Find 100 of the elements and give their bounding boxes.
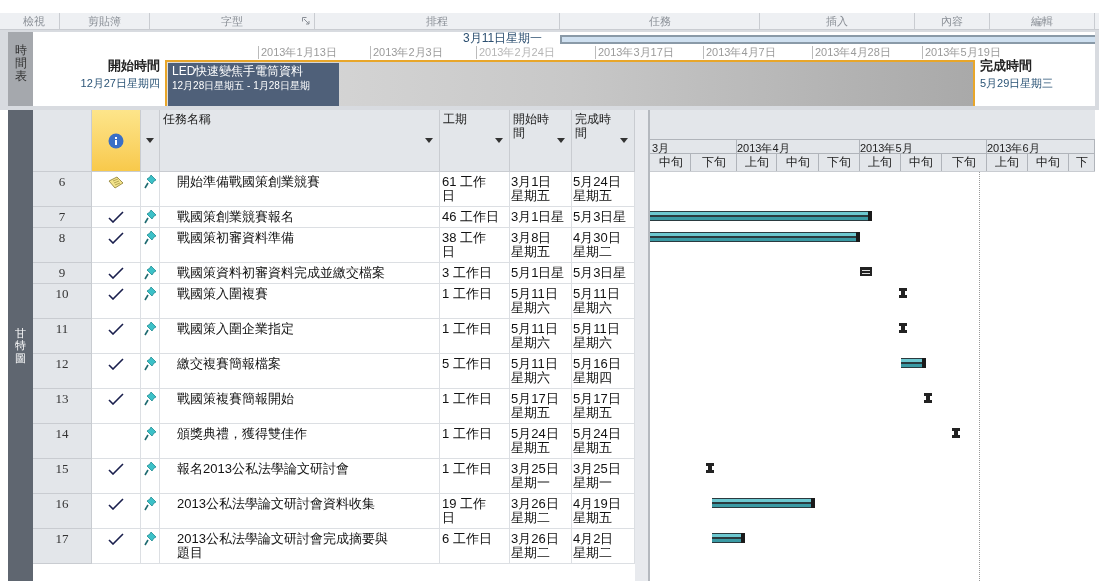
timeline-tick-label: 2013年3月17日 <box>595 46 674 59</box>
task-duration: 1 工作日 <box>442 392 492 406</box>
start-date: 12月27日星期四 <box>80 76 160 91</box>
task-marker <box>899 323 907 333</box>
task-name: 戰國策入圍複賽 <box>177 287 268 301</box>
dropdown-arrow-icon[interactable] <box>425 138 433 143</box>
dropdown-arrow-icon[interactable] <box>146 138 154 143</box>
timescale-period: 上旬 <box>744 154 769 171</box>
task-duration: 3 工作日 <box>442 266 492 280</box>
timescale-month: 2013年5月 <box>860 142 913 154</box>
task-duration: 1 工作日 <box>442 322 492 336</box>
task-start: 3月26日 <box>511 497 559 511</box>
start-label: 開始時間 <box>108 57 160 75</box>
timeline-side-label: 時間表 <box>14 44 27 86</box>
task-finish: 星期四 <box>573 371 612 385</box>
checkmark-icon <box>108 533 124 545</box>
task-duration: 1 工作日 <box>442 462 492 476</box>
task-start: 星期六 <box>511 301 550 315</box>
pushpin-icon <box>143 230 157 245</box>
checkmark-icon <box>108 232 124 244</box>
checkmark-icon <box>108 323 124 335</box>
row-number: 15 <box>55 462 69 476</box>
task-duration: 1 工作日 <box>442 427 492 441</box>
ribbon-group-label: 檢視 <box>22 15 45 27</box>
task-start: 星期六 <box>511 371 550 385</box>
timescale-period: 中旬 <box>659 154 683 171</box>
task-finish: 5月17日 <box>573 392 621 406</box>
column-header[interactable]: 開始時 間 <box>510 110 572 171</box>
checkmark-icon <box>108 267 124 279</box>
row-number: 16 <box>55 497 69 511</box>
checkmark-icon <box>108 358 124 370</box>
task-finish: 5月3日星 <box>573 266 627 280</box>
timescale-period: 中旬 <box>1036 154 1060 171</box>
ribbon-group-label: 剪貼簿 <box>88 15 121 27</box>
timescale-period: 上旬 <box>868 154 892 171</box>
task-duration: 19 工作 <box>442 497 487 511</box>
task-start: 星期五 <box>511 441 550 455</box>
task-bar <box>901 358 926 368</box>
task-finish: 星期五 <box>573 441 612 455</box>
task-marker <box>706 463 714 473</box>
column-title: 開始時 <box>513 112 549 126</box>
ribbon-group-label: 字型 <box>221 15 243 27</box>
timescale-period: 中旬 <box>785 154 810 171</box>
timeline-tick-label: 2013年4月28日 <box>812 46 891 59</box>
task-finish: 5月24日 <box>573 175 621 189</box>
row-number: 9 <box>58 266 66 280</box>
task-start: 5月11日 <box>511 357 558 371</box>
dialog-launcher-icon[interactable] <box>302 17 310 25</box>
row-number: 13 <box>55 392 69 406</box>
task-name: 頒獎典禮，獲得雙佳作 <box>177 427 307 441</box>
dropdown-arrow-icon[interactable] <box>495 138 503 143</box>
ribbon-group-label: 插入 <box>826 15 848 27</box>
task-name: 繳交複賽簡報檔案 <box>177 357 281 371</box>
dropdown-arrow-icon[interactable] <box>557 138 565 143</box>
task-finish: 星期一 <box>573 476 612 490</box>
timeline-tick-label: 2013年2月24日 <box>476 46 555 59</box>
task-start: 星期一 <box>511 476 550 490</box>
task-name: 2013公私法學論文研討會完成摘要與 <box>177 532 388 546</box>
column-header[interactable]: 完成時 間 <box>572 110 635 171</box>
timescale-period: 下旬 <box>952 154 976 171</box>
task-finish: 星期二 <box>573 245 612 259</box>
task-name: 戰國策創業競賽報名 <box>177 210 294 224</box>
pushpin-icon <box>143 461 157 476</box>
callout-title: LED快速變焦手電筒資料 <box>172 64 305 79</box>
ribbon-group-label: 排程 <box>426 15 448 27</box>
dropdown-arrow-icon[interactable] <box>620 138 628 143</box>
task-start: 5月11日 <box>511 322 558 336</box>
task-duration: 日 <box>442 245 455 259</box>
indicator-column-header[interactable] <box>92 110 141 171</box>
task-finish: 4月2日 <box>573 532 614 546</box>
task-start: 3月1日星 <box>511 210 565 224</box>
pushpin-icon <box>143 356 157 371</box>
task-marker <box>952 428 960 438</box>
pushpin-icon <box>143 531 157 546</box>
task-name: 題目 <box>177 546 203 560</box>
task-bar <box>860 267 872 276</box>
row-number: 6 <box>58 175 66 189</box>
pushpin-icon <box>143 496 157 511</box>
column-header[interactable]: 任務名稱 <box>160 110 440 171</box>
task-start: 星期六 <box>511 336 550 350</box>
timeline-tick-label: 2013年5月19日 <box>922 46 1001 59</box>
checkmark-icon <box>108 288 124 300</box>
checkmark-icon <box>108 498 124 510</box>
column-title: 間 <box>513 126 525 140</box>
column-header[interactable]: 工期 <box>440 110 510 171</box>
task-finish: 星期五 <box>573 189 612 203</box>
timescale-period: 上旬 <box>995 154 1019 171</box>
row-number: 11 <box>55 322 69 336</box>
task-finish: 5月3日星 <box>573 210 627 224</box>
task-finish: 星期六 <box>573 336 612 350</box>
task-start: 5月24日 <box>511 427 559 441</box>
timescale-period: 下旬 <box>827 154 851 171</box>
column-title: 完成時 <box>575 112 611 126</box>
task-finish: 星期五 <box>573 511 612 525</box>
task-start: 星期五 <box>511 245 550 259</box>
task-duration: 日 <box>442 511 455 525</box>
task-duration: 61 工作 <box>442 175 487 189</box>
checkmark-icon <box>108 463 124 475</box>
timeline-tick-label: 2013年4月7日 <box>703 46 776 59</box>
checkmark-icon <box>108 211 124 223</box>
